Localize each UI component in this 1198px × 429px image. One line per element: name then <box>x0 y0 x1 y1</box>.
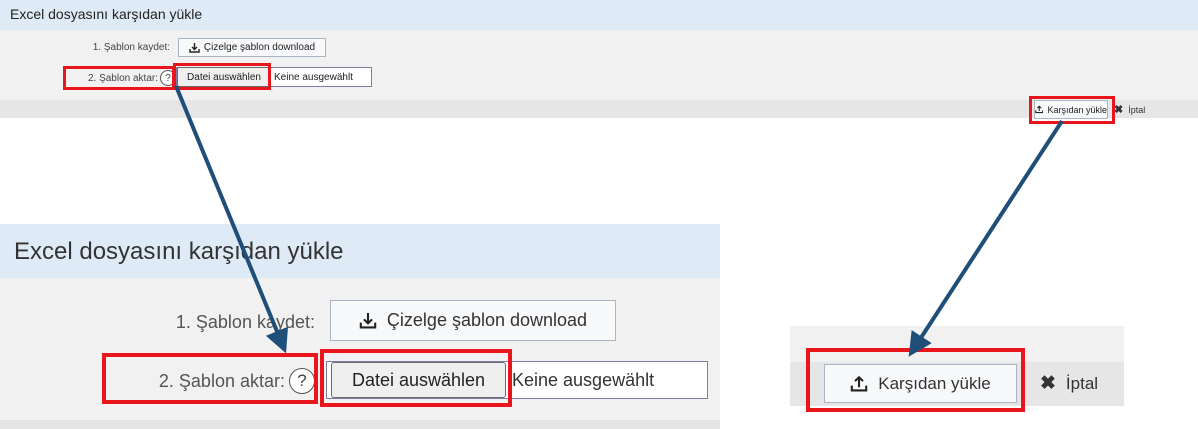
arrow-upload <box>908 119 1064 357</box>
arrow-choose-file <box>174 85 289 354</box>
callout-arrows <box>174 85 1064 357</box>
